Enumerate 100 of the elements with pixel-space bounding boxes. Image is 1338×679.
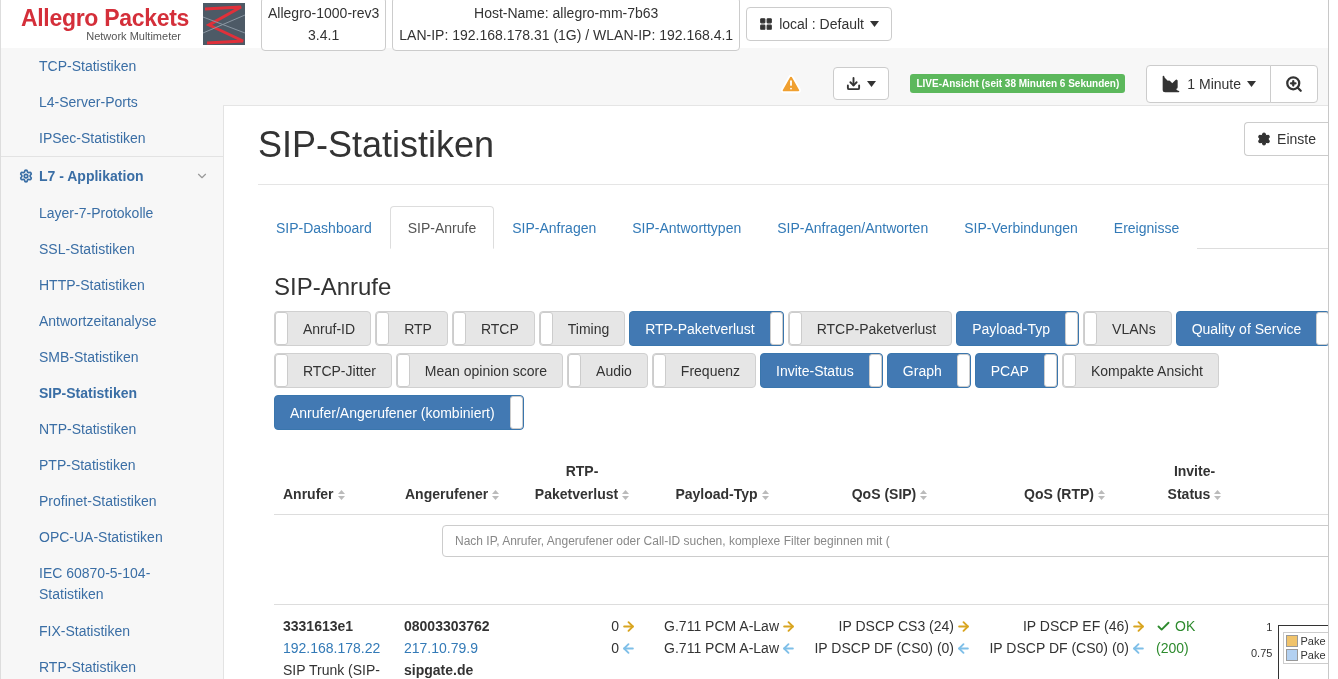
legend-label: Pake [1300, 649, 1326, 661]
sidebar-item[interactable]: OPC-UA-Statistiken [1, 519, 223, 555]
column-header[interactable]: QoS (SIP) [851, 483, 917, 506]
host-info-text: LAN-IP: 192.168.178.31 (1G) / WLAN-IP: 192.168.4.1 [399, 26, 734, 45]
sidebar-item[interactable]: FIX-Statistiken [1, 613, 223, 649]
sidebar-item[interactable]: Profinet-Statistiken [1, 483, 223, 519]
column-toggle[interactable]: RTP-Paketverlust [629, 311, 784, 346]
sort-icon[interactable] [761, 489, 769, 500]
sort-icon[interactable] [1098, 489, 1105, 500]
qos-value: IP DSCP DF (CS0) (0) [989, 639, 1129, 658]
sidebar-item[interactable]: SSL-Statistiken [1, 231, 223, 267]
packet-loss-value: 0 [611, 617, 619, 636]
right-arrow-icon [621, 618, 636, 634]
column-toggle[interactable]: PCAP [974, 353, 1058, 388]
device-info-text: 3.4.1 [308, 26, 340, 45]
column-toggle[interactable]: RTCP-Jitter [274, 353, 392, 388]
status-code: (200) [1156, 639, 1189, 658]
brand-subtitle: Network Multimeter [86, 30, 181, 42]
sort-icon[interactable] [492, 489, 500, 500]
right-arrow-icon [781, 618, 796, 634]
column-toggle[interactable]: RTCP [451, 311, 535, 346]
column-header[interactable]: Status [1167, 483, 1211, 506]
sidebar-item[interactable]: PTP-Statistiken [1, 447, 223, 483]
device-info-text: Allegro-1000-rev3 [268, 4, 380, 23]
column-toggle[interactable]: Anrufer/Angerufener (kombiniert) [274, 395, 524, 430]
sidebar-item[interactable]: SIP-Statistiken [1, 375, 223, 411]
tab[interactable]: SIP-Anrufe [389, 206, 495, 249]
ip-link[interactable]: 192.168.178.22 [283, 637, 381, 659]
download-button[interactable] [833, 67, 890, 100]
column-toggle[interactable]: Invite-Status [760, 353, 883, 388]
column-toggle[interactable]: Payload-Typ [956, 311, 1080, 346]
sidebar-item[interactable]: L4-Server-Ports [1, 84, 223, 120]
sidebar-item[interactable]: IEC 60870-5-104-Statistiken [1, 555, 189, 613]
search-field[interactable]: Nach IP, Anrufer, Angerufener oder Call-ID suchen, komplexe Filter beginnen mit ( [442, 525, 1328, 557]
status-text: OK [1175, 617, 1196, 636]
legend-label: Pake [1300, 635, 1326, 647]
logo-icon [203, 3, 245, 45]
caret-icon [870, 21, 879, 27]
column-header[interactable]: Angerufener [405, 483, 489, 506]
call-id: 3331613e1 [283, 617, 354, 636]
payload-type: G.711 PCM A-Law [664, 617, 779, 636]
interval-dropdown[interactable]: 1 Minute [1146, 64, 1271, 103]
right-arrow-icon [956, 618, 971, 634]
sort-icon[interactable] [622, 489, 630, 500]
column-toggle[interactable]: RTP [375, 311, 448, 346]
axis-label: 1 [1266, 621, 1273, 633]
packet-loss-value: 0 [611, 639, 619, 658]
column-header[interactable]: Paketverlust [534, 483, 619, 506]
column-toggle[interactable]: VLANs [1083, 311, 1172, 346]
page-title: SIP-Statistiken [258, 124, 495, 166]
callee-host: sipgate.de [404, 661, 474, 679]
sidebar-item[interactable]: NTP-Statistiken [1, 411, 223, 447]
column-header[interactable]: RTP- [565, 460, 599, 483]
sidebar-item[interactable]: IPSec-Statistiken [1, 120, 223, 156]
sidebar-item[interactable]: Layer-7-Protokolle [1, 195, 223, 231]
column-toggle[interactable]: Kompakte Ansicht [1061, 353, 1219, 388]
column-header[interactable]: QoS (RTP) [1024, 483, 1094, 506]
area-chart-icon [1161, 73, 1182, 94]
payload-type: G.711 PCM A-Law [664, 639, 779, 658]
caret-icon [867, 80, 877, 87]
axis-label: 0.75 [1251, 647, 1273, 659]
zoom-button[interactable] [1270, 64, 1318, 103]
column-toggle[interactable]: Frequenz [651, 353, 756, 388]
qos-value: IP DSCP CS3 (24) [838, 617, 954, 636]
zoom-icon [1285, 74, 1303, 93]
qos-value: IP DSCP EF (46) [1022, 617, 1129, 636]
sidebar-item[interactable]: SMB-Statistiken [1, 339, 223, 375]
profile-dropdown[interactable]: local : Default [746, 7, 892, 41]
sidebar-item[interactable]: RTP-Statistiken [1, 649, 223, 679]
sort-icon[interactable] [337, 489, 345, 500]
caller-name: SIP Trunk (SIP- [283, 661, 380, 679]
sort-icon[interactable] [920, 489, 928, 500]
column-toggle[interactable]: RTCP-Paketverlust [787, 311, 953, 346]
sort-icon[interactable] [1214, 489, 1222, 500]
right-arrow-icon [1131, 618, 1146, 634]
column-toggle[interactable]: Mean opinion score [395, 353, 564, 388]
column-toggle[interactable]: Anruf-ID [274, 311, 372, 346]
sidebar-item[interactable]: TCP-Statistiken [1, 48, 223, 84]
column-toggle[interactable]: Graph [886, 353, 971, 388]
host-info-text: Host-Name: allegro-mm-7b63 [474, 4, 659, 23]
qos-value: IP DSCP DF (CS0) (0) [814, 639, 954, 658]
column-header[interactable]: Invite- [1173, 460, 1216, 483]
settings-button[interactable]: Einste [1244, 122, 1328, 156]
sidebar-item[interactable]: Antwortzeitanalyse [1, 303, 223, 339]
gear-icon [19, 169, 33, 183]
download-icon [846, 76, 862, 91]
grid-icon [759, 17, 774, 31]
caret-icon [1247, 80, 1256, 87]
callee-number: 08003303762 [404, 617, 490, 636]
column-toggle[interactable]: Timing [538, 311, 626, 346]
column-toggle[interactable]: Quality of Service [1175, 311, 1328, 346]
sidebar-item[interactable]: HTTP-Statistiken [1, 267, 223, 303]
section-title: SIP-Anrufe [274, 273, 393, 301]
column-toggle[interactable]: Audio [567, 353, 648, 388]
column-header[interactable]: Anrufer [283, 483, 334, 506]
gear-icon [1257, 132, 1272, 146]
ip-link[interactable]: 217.10.79.9 [404, 637, 478, 659]
warning-icon[interactable] [780, 72, 803, 95]
live-badge: LIVE-Ansicht (seit 38 Minuten 6 Sekunden) [910, 74, 1126, 93]
column-header[interactable]: Payload-Typ [675, 483, 758, 506]
